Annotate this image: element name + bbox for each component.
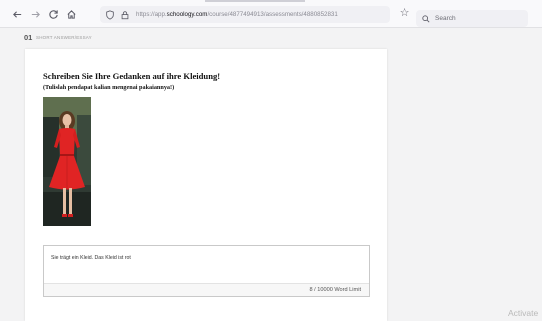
search-icon [422, 14, 430, 23]
reload-icon [48, 9, 58, 19]
question-image [43, 97, 91, 226]
browser-toolbar: https://app.schoology.com/course/4877494… [0, 0, 542, 28]
url-domain: schoology.com [166, 11, 208, 18]
question-number: 01 [24, 33, 33, 42]
lock-icon[interactable] [119, 9, 131, 21]
word-count: 8 / 10000 Word Limit [309, 287, 361, 293]
answer-text[interactable]: Sie trägt ein Kleid. Das Kleid ist rot [51, 255, 131, 261]
tab-indicator [205, 0, 305, 2]
url-bar[interactable]: https://app.schoology.com/course/4877494… [100, 6, 390, 23]
question-title: Schreiben Sie Ihre Gedanken auf ihre Kle… [43, 71, 221, 81]
bookmark-button[interactable]: ☆ [398, 7, 411, 20]
question-type: SHORT ANSWER/ESSAY [36, 35, 92, 40]
word-limit-footer: 8 / 10000 Word Limit [44, 283, 369, 296]
forward-button[interactable] [28, 7, 42, 21]
question-subtitle: (Tulislah pendapat kalian mengenai pakai… [43, 84, 175, 91]
answer-box[interactable]: Sie trägt ein Kleid. Das Kleid ist rot 8… [43, 245, 370, 297]
back-button[interactable] [10, 7, 24, 21]
url-path: /course/4877494913/assessments/488085283… [207, 11, 338, 18]
search-input[interactable] [435, 15, 525, 22]
url-prefix: https://app. [136, 11, 167, 18]
search-bar[interactable] [416, 10, 528, 27]
forward-arrow-icon [31, 10, 40, 18]
back-arrow-icon [12, 10, 21, 18]
home-button[interactable] [64, 7, 78, 21]
url-text: https://app.schoology.com/course/4877494… [136, 11, 338, 18]
reload-button[interactable] [46, 7, 60, 21]
home-icon [66, 9, 76, 19]
shield-icon[interactable] [104, 9, 116, 21]
activate-windows-watermark: Activate [508, 308, 539, 318]
star-icon: ☆ [399, 7, 410, 19]
question-card: Schreiben Sie Ihre Gedanken auf ihre Kle… [25, 49, 387, 321]
